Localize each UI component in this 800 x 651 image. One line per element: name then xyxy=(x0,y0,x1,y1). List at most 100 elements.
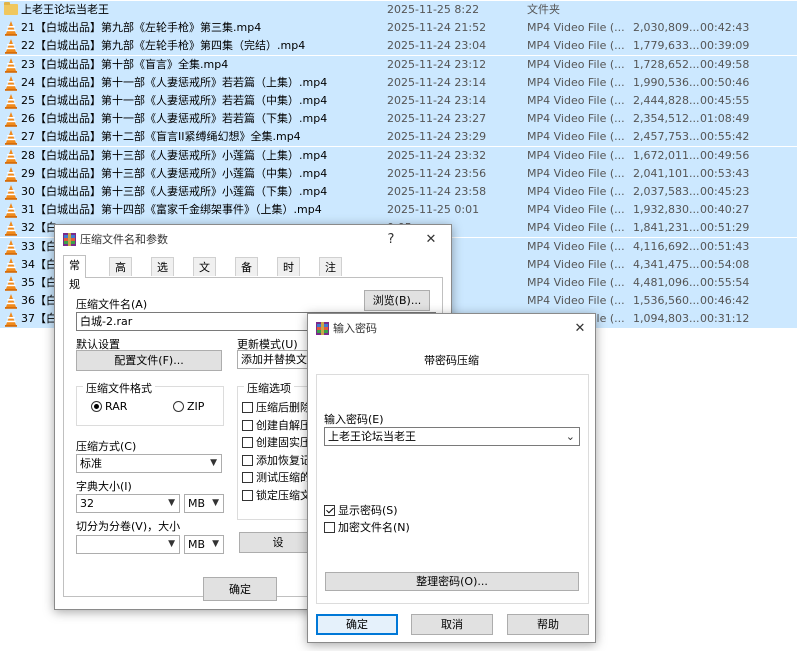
file-duration: 00:54:08 xyxy=(700,257,750,271)
password-close-button[interactable]: ✕ xyxy=(566,314,594,344)
archive-dialog-title: 压缩文件名和参数 xyxy=(80,233,168,246)
encrypt-names-check-indicator xyxy=(324,522,335,533)
file-size: 1,094,803... xyxy=(633,312,700,326)
tab-5[interactable]: 时间 xyxy=(277,257,300,293)
update-mode-value: 添加并替换文件 xyxy=(241,353,317,366)
method-select[interactable]: 标准 ▼ xyxy=(76,454,222,473)
dict-unit-value: MB xyxy=(188,497,206,510)
dict-value: 32 xyxy=(80,497,94,510)
file-size: 2,041,101... xyxy=(633,166,700,180)
file-size: 1,990,536... xyxy=(633,75,700,89)
vlc-icon xyxy=(5,185,17,200)
organize-passwords-button[interactable]: 整理密码(O)... xyxy=(325,572,579,591)
format-rar-radio[interactable]: RAR xyxy=(91,400,127,413)
format-group: 压缩文件格式 RAR ZIP xyxy=(76,380,224,426)
option-checkbox[interactable]: 创建自解压 xyxy=(242,417,311,433)
password-input[interactable]: 上老王论坛当老王 ⌄ xyxy=(324,427,580,446)
tab-0[interactable]: 常规 xyxy=(63,255,86,291)
file-row[interactable]: 26【白城出品】第十一部《人妻惩戒所》若若篇（下集）.mp4 2025-11-24… xyxy=(0,110,797,129)
archive-dialog-titlebar[interactable]: 压缩文件名和参数 ? ✕ xyxy=(55,225,451,255)
file-size: 1,932,830... xyxy=(633,203,700,217)
tab-4[interactable]: 备份 xyxy=(235,257,258,293)
password-help-button[interactable]: 帮助 xyxy=(507,614,589,635)
file-row[interactable]: 27【白城出品】第十二部《盲言II紧缚绳幻想》全集.mp4 2025-11-24 … xyxy=(0,128,797,147)
split-select[interactable]: ▼ xyxy=(76,535,180,554)
option-label: 测试压缩的 xyxy=(256,471,311,484)
file-type: 文件夹 xyxy=(527,3,560,16)
browse-button[interactable]: 浏览(B)... xyxy=(364,290,430,311)
file-duration: 00:51:29 xyxy=(700,221,750,235)
radio-rar-indicator xyxy=(91,401,102,412)
file-type: MP4 Video File (... xyxy=(527,130,625,144)
file-type: MP4 Video File (... xyxy=(527,94,625,107)
file-name: 26【白城出品】第十一部《人妻惩戒所》若若篇（下集）.mp4 xyxy=(21,112,328,126)
file-row[interactable]: 24【白城出品】第十一部《人妻惩戒所》若若篇（上集）.mp4 2025-11-24… xyxy=(0,73,797,92)
tab-1[interactable]: 高级 xyxy=(109,257,132,293)
option-checkbox[interactable]: 创建固实压 xyxy=(242,434,311,450)
tab-6[interactable]: 注释 xyxy=(319,257,342,293)
password-value: 上老王论坛当老王 xyxy=(328,430,416,443)
show-password-checkbox[interactable]: 显示密码(S) xyxy=(324,502,398,518)
update-mode-select[interactable]: 添加并替换文件 xyxy=(237,350,317,369)
file-type: MP4 Video File (... xyxy=(527,166,625,180)
radio-zip-indicator xyxy=(173,401,184,412)
file-duration: 00:55:54 xyxy=(700,276,750,289)
file-name: 23【白城出品】第十部《盲言》全集.mp4 xyxy=(21,57,229,71)
password-label: 输入密码(E) xyxy=(324,413,384,426)
file-duration: 01:08:49 xyxy=(700,112,750,126)
option-checkbox[interactable]: 锁定压缩文 xyxy=(242,487,311,503)
file-name: 22【白城出品】第九部《左轮手枪》第四集（完结）.mp4 xyxy=(21,39,306,53)
split-unit-value: MB xyxy=(188,538,206,551)
method-value: 标准 xyxy=(80,457,102,470)
archive-close-button[interactable]: ✕ xyxy=(417,225,445,255)
dict-select[interactable]: 32 ▼ xyxy=(76,494,180,513)
profiles-button[interactable]: 配置文件(F)... xyxy=(76,350,222,371)
file-row[interactable]: 29【白城出品】第十三部《人妻惩戒所》小莲篇（中集）.mp4 2025-11-24… xyxy=(0,164,797,183)
file-row[interactable]: 31【白城出品】第十四部《富家千金绑架事件》（上集）.mp4 2025-11-25… xyxy=(0,201,797,220)
file-duration: 00:53:43 xyxy=(700,166,750,180)
format-rar-label: RAR xyxy=(105,400,128,413)
dict-unit-select[interactable]: MB ▼ xyxy=(184,494,224,513)
chevron-down-icon: ▼ xyxy=(212,539,219,549)
vlc-icon xyxy=(5,294,17,309)
file-date: 2025-11-24 23:14 xyxy=(387,94,487,107)
file-row[interactable]: 22【白城出品】第九部《左轮手枪》第四集（完结）.mp4 2025-11-24 2… xyxy=(0,37,797,56)
password-dialog-titlebar[interactable]: 输入密码 ✕ xyxy=(308,314,595,344)
password-ok-button[interactable]: 确定 xyxy=(316,614,398,635)
tab-3[interactable]: 文件 xyxy=(193,257,216,293)
archive-help-button[interactable]: ? xyxy=(377,225,405,255)
tab-2[interactable]: 选项 xyxy=(151,257,174,293)
set-password-button[interactable]: 设 xyxy=(239,532,317,553)
vlc-icon xyxy=(5,148,17,164)
format-zip-radio[interactable]: ZIP xyxy=(173,400,204,413)
file-duration: 00:45:55 xyxy=(700,94,750,107)
file-name: 31【白城出品】第十四部《富家千金绑架事件》（上集）.mp4 xyxy=(21,203,322,217)
file-duration: 00:51:43 xyxy=(700,239,750,253)
split-unit-select[interactable]: MB ▼ xyxy=(184,535,224,554)
file-duration: 00:45:23 xyxy=(700,185,750,198)
option-check-indicator xyxy=(242,419,253,431)
vlc-icon xyxy=(5,203,17,218)
option-label: 压缩后删除 xyxy=(256,401,311,414)
file-row[interactable]: 25【白城出品】第十一部《人妻惩戒所》若若篇（中集）.mp4 2025-11-24… xyxy=(0,92,797,110)
file-type: MP4 Video File (... xyxy=(527,276,625,289)
file-row[interactable]: 21【白城出品】第九部《左轮手枪》第三集.mp4 2025-11-24 21:52… xyxy=(0,19,797,38)
option-check-indicator xyxy=(242,402,253,413)
file-row[interactable]: 28【白城出品】第十三部《人妻惩戒所》小莲篇（上集）.mp4 2025-11-24… xyxy=(0,146,797,165)
option-checkbox[interactable]: 添加恢复记 xyxy=(242,452,311,468)
option-check-indicator xyxy=(242,454,253,466)
file-type: MP4 Video File (... xyxy=(527,221,625,235)
vlc-icon xyxy=(5,221,17,237)
file-size: 2,030,809... xyxy=(633,21,700,35)
file-name: 30【白城出品】第十三部《人妻惩戒所》小莲篇（下集）.mp4 xyxy=(21,185,328,198)
encrypt-names-checkbox[interactable]: 加密文件名(N) xyxy=(324,519,410,535)
file-duration: 00:39:09 xyxy=(700,39,750,53)
vlc-icon xyxy=(5,21,17,36)
file-row[interactable]: 上老王论坛当老王 2025-11-25 8:22 文件夹 xyxy=(0,1,797,19)
option-checkbox[interactable]: 测试压缩的 xyxy=(242,469,311,485)
file-row[interactable]: 23【白城出品】第十部《盲言》全集.mp4 2025-11-24 23:12 MP4… xyxy=(0,55,797,74)
archive-ok-button[interactable]: 确定 xyxy=(203,577,277,601)
file-row[interactable]: 30【白城出品】第十三部《人妻惩戒所》小莲篇（下集）.mp4 2025-11-24… xyxy=(0,183,797,201)
password-cancel-button[interactable]: 取消 xyxy=(411,614,493,635)
option-checkbox[interactable]: 压缩后删除 xyxy=(242,399,311,415)
